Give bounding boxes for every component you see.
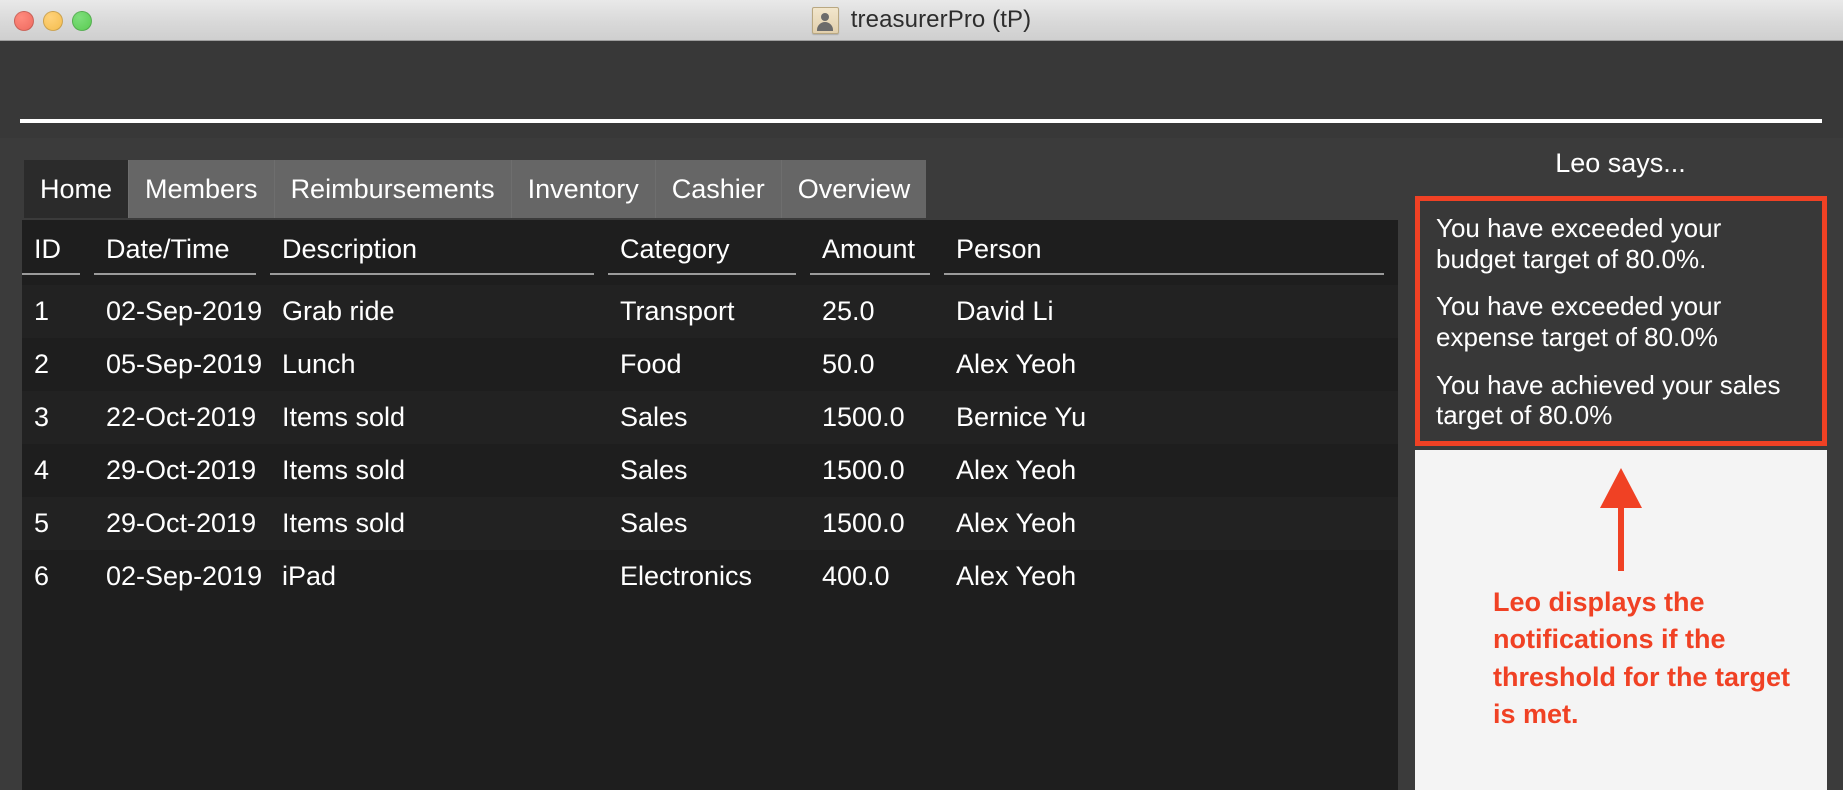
table-row[interactable]: 6 02-Sep-2019 iPad Electronics 400.0 Ale… — [22, 550, 1398, 603]
maximize-window-button[interactable] — [72, 10, 92, 31]
tab-home-label: Home — [40, 173, 113, 204]
cell-id: 2 — [22, 338, 94, 391]
tab-bar: Home Members Reimbursements Inventory Ca… — [24, 160, 927, 218]
column-header-amount[interactable]: Amount — [810, 220, 944, 285]
cell-category: Transport — [608, 285, 810, 338]
cell-datetime: 29-Oct-2019 — [94, 497, 270, 550]
cell-description: Lunch — [270, 338, 608, 391]
tab-overview[interactable]: Overview — [782, 160, 927, 218]
table-row[interactable]: 4 29-Oct-2019 Items sold Sales 1500.0 Al… — [22, 444, 1398, 497]
cell-category: Sales — [608, 497, 810, 550]
tab-members[interactable]: Members — [129, 160, 275, 218]
cell-person: Alex Yeoh — [944, 444, 1398, 497]
cell-id: 3 — [22, 391, 94, 444]
table-body: 1 02-Sep-2019 Grab ride Transport 25.0 D… — [22, 285, 1398, 603]
leo-notifications-box: You have exceeded your budget target of … — [1415, 196, 1827, 446]
cell-person: Bernice Yu — [944, 391, 1398, 444]
cell-id: 4 — [22, 444, 94, 497]
tab-cashier-label: Cashier — [671, 173, 765, 204]
cell-description: Items sold — [270, 391, 608, 444]
column-header-amount-label: Amount — [810, 234, 930, 275]
cell-id: 1 — [22, 285, 94, 338]
cell-person: David Li — [944, 285, 1398, 338]
minimize-window-button[interactable] — [43, 10, 63, 31]
column-header-datetime-label: Date/Time — [94, 234, 256, 275]
window-body: Home Members Reimbursements Inventory Ca… — [0, 138, 1843, 790]
cell-datetime: 29-Oct-2019 — [94, 444, 270, 497]
column-header-person[interactable]: Person — [944, 220, 1398, 285]
notification-expense: You have exceeded your expense target of… — [1436, 291, 1722, 353]
window-title-group: treasurerPro (tP) — [811, 6, 1032, 34]
table-header: ID Date/Time Description Category Amount… — [22, 220, 1398, 285]
cell-category: Sales — [608, 391, 810, 444]
cell-category: Food — [608, 338, 810, 391]
cell-description: Grab ride — [270, 285, 608, 338]
cell-description: Items sold — [270, 497, 608, 550]
cell-category: Sales — [608, 444, 810, 497]
cell-category: Electronics — [608, 550, 810, 603]
table-row[interactable]: 1 02-Sep-2019 Grab ride Transport 25.0 D… — [22, 285, 1398, 338]
cell-person: Alex Yeoh — [944, 497, 1398, 550]
cell-datetime: 22-Oct-2019 — [94, 391, 270, 444]
transactions-table: ID Date/Time Description Category Amount… — [22, 220, 1398, 603]
table-row[interactable]: 2 05-Sep-2019 Lunch Food 50.0 Alex Yeoh — [22, 338, 1398, 391]
column-header-category-label: Category — [608, 234, 796, 275]
column-header-datetime[interactable]: Date/Time — [94, 220, 270, 285]
cell-amount: 50.0 — [810, 338, 944, 391]
tab-inventory[interactable]: Inventory — [512, 160, 656, 218]
transactions-table-panel[interactable]: ID Date/Time Description Category Amount… — [22, 220, 1398, 790]
window-title-bar: treasurerPro (tP) — [0, 0, 1843, 41]
cell-datetime: 05-Sep-2019 — [94, 338, 270, 391]
cell-amount: 1500.0 — [810, 497, 944, 550]
table-header-row: ID Date/Time Description Category Amount… — [22, 220, 1398, 285]
table-row[interactable]: 5 29-Oct-2019 Items sold Sales 1500.0 Al… — [22, 497, 1398, 550]
column-header-description-label: Description — [270, 234, 594, 275]
cell-id: 6 — [22, 550, 94, 603]
tab-reimbursements[interactable]: Reimbursements — [275, 160, 512, 218]
annotation-text: Leo displays the notifications if the th… — [1493, 587, 1791, 729]
window-title: treasurerPro (tP) — [850, 6, 1032, 33]
up-arrow-icon — [1415, 466, 1827, 571]
application-window: treasurerPro (tP) Home Members Reimburse… — [0, 0, 1843, 790]
cell-amount: 400.0 — [810, 550, 944, 603]
cell-amount: 1500.0 — [810, 391, 944, 444]
cell-datetime: 02-Sep-2019 — [94, 550, 270, 603]
tab-home[interactable]: Home — [24, 160, 130, 218]
tab-overview-label: Overview — [797, 173, 911, 204]
cell-id: 5 — [22, 497, 94, 550]
tab-reimbursements-label: Reimbursements — [290, 173, 495, 204]
annotation-callout: Leo displays the notifications if the th… — [1415, 450, 1827, 790]
notification-sales: You have achieved your sales target of 8… — [1436, 369, 1781, 431]
cell-person: Alex Yeoh — [944, 550, 1398, 603]
window-controls — [14, 0, 92, 41]
person-card-icon — [811, 6, 839, 34]
close-window-button[interactable] — [14, 10, 34, 31]
leo-sidebar: Leo says... You have exceeded your budge… — [1398, 138, 1843, 790]
cell-amount: 1500.0 — [810, 444, 944, 497]
tab-cashier[interactable]: Cashier — [656, 160, 782, 218]
column-header-category[interactable]: Category — [608, 220, 810, 285]
cell-datetime: 02-Sep-2019 — [94, 285, 270, 338]
tab-inventory-label: Inventory — [527, 173, 639, 204]
table-row[interactable]: 3 22-Oct-2019 Items sold Sales 1500.0 Be… — [22, 391, 1398, 444]
column-header-description[interactable]: Description — [270, 220, 608, 285]
menu-divider — [20, 119, 1822, 123]
leo-heading: Leo says... — [1555, 148, 1686, 178]
cell-person: Alex Yeoh — [944, 338, 1398, 391]
cell-amount: 25.0 — [810, 285, 944, 338]
cell-description: Items sold — [270, 444, 608, 497]
menu-strip — [0, 41, 1843, 138]
tab-members-label: Members — [145, 173, 258, 204]
cell-description: iPad — [270, 550, 608, 603]
column-header-id-label: ID — [22, 234, 80, 275]
notification-budget: You have exceeded your budget target of … — [1436, 213, 1722, 274]
column-header-id[interactable]: ID — [22, 220, 94, 285]
column-header-person-label: Person — [944, 234, 1384, 275]
